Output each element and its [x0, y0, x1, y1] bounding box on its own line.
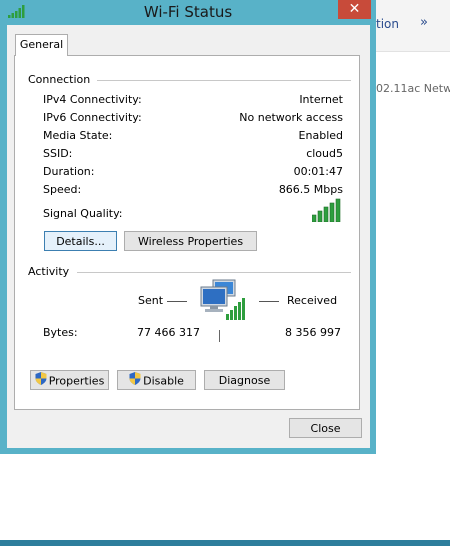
general-panel: Connection IPv4 Connectivity: Internet I… [14, 55, 360, 410]
background-window-divider [376, 51, 450, 52]
taskbar-strip [0, 540, 450, 546]
sent-label: Sent [138, 294, 164, 307]
ssid-value: cloud5 [306, 147, 343, 160]
media-state-value: Enabled [298, 129, 343, 142]
activity-divider-tick [219, 330, 220, 342]
duration-value: 00:01:47 [293, 165, 343, 178]
window-title: Wi-Fi Status [143, 3, 233, 21]
signal-quality-label: Signal Quality: [43, 207, 123, 220]
bytes-received-value: 8 356 997 [285, 326, 341, 339]
tab-general[interactable]: General [15, 34, 68, 56]
ipv4-connectivity-label: IPv4 Connectivity: [43, 93, 142, 106]
network-computers-icon [199, 278, 249, 325]
background-window-tab[interactable]: tion [376, 17, 399, 31]
signal-strength-icon [311, 198, 342, 225]
close-button[interactable]: Close [289, 418, 362, 438]
properties-button[interactable]: Properties [30, 370, 109, 390]
received-label: Received [287, 294, 338, 307]
background-window-chevron[interactable]: » [420, 15, 428, 30]
details-button[interactable]: Details... [44, 231, 117, 251]
title-bar[interactable]: Wi-Fi Status ✕ [0, 0, 376, 25]
speed-label: Speed: [43, 183, 82, 196]
wireless-properties-button[interactable]: Wireless Properties [124, 231, 257, 251]
properties-button-label: Properties [48, 374, 105, 388]
speed-value: 866.5 Mbps [278, 183, 343, 196]
ipv6-connectivity-value: No network access [239, 111, 343, 124]
bytes-label: Bytes: [43, 326, 78, 339]
connection-section-label: Connection [28, 73, 91, 86]
bytes-sent-value: 77 466 317 [137, 326, 200, 339]
received-connector [259, 301, 279, 302]
diagnose-button[interactable]: Diagnose [204, 370, 285, 390]
uac-shield-icon [35, 371, 47, 391]
connection-divider [97, 80, 351, 81]
disable-button[interactable]: Disable [117, 370, 196, 390]
dialog-client-area: General Connection IPv4 Connectivity: In… [7, 25, 370, 448]
media-state-label: Media State: [43, 129, 113, 142]
activity-section-label: Activity [28, 265, 70, 278]
uac-shield-icon [129, 371, 141, 391]
duration-label: Duration: [43, 165, 95, 178]
activity-divider [77, 272, 351, 273]
background-window-item[interactable]: 02.11ac Netwo [376, 82, 450, 95]
ipv4-connectivity-value: Internet [299, 93, 343, 106]
sent-connector [167, 301, 187, 302]
close-window-button[interactable]: ✕ [338, 0, 371, 19]
ipv6-connectivity-label: IPv6 Connectivity: [43, 111, 142, 124]
ssid-label: SSID: [43, 147, 73, 160]
disable-button-label: Disable [143, 374, 184, 388]
wifi-status-dialog: Wi-Fi Status ✕ General Connection IPv4 C… [0, 0, 376, 454]
